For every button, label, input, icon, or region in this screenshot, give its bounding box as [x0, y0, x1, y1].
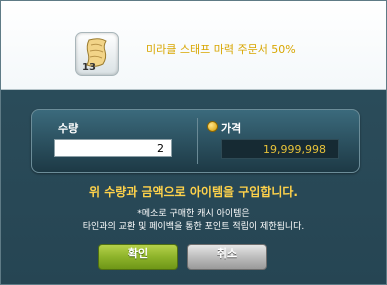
- coin-icon: [207, 121, 218, 132]
- quantity-input[interactable]: 2: [54, 139, 172, 157]
- quantity-label: 수량: [58, 122, 79, 135]
- confirm-button[interactable]: 확인: [98, 244, 178, 270]
- item-name: 미라클 스태프 마력 주문서 50%: [146, 43, 296, 56]
- confirm-message: 위 수량과 금액으로 아이템을 구입합니다.: [89, 185, 298, 199]
- item-icon-frame: 13: [75, 32, 119, 76]
- notice-line-2: 타인과의 교환 및 페이백을 통한 포인트 적립이 제한됩니다.: [82, 222, 305, 232]
- notice-line-1: *메소로 구매한 캐시 아이템은: [137, 209, 250, 219]
- price-label: 가격: [221, 122, 242, 135]
- cancel-button[interactable]: 취소: [187, 244, 267, 270]
- price-value: 19,999,998: [221, 139, 339, 159]
- purchase-dialog: 13 미라클 스태프 마력 주문서 50% 수량 2 가격 19,999,998…: [0, 0, 387, 285]
- purchase-panel: 수량 2 가격 19,999,998: [31, 109, 360, 173]
- item-info-strip: 13 미라클 스태프 마력 주문서 50%: [1, 1, 386, 90]
- panel-divider: [197, 118, 198, 164]
- item-quantity-badge: 13: [82, 62, 96, 73]
